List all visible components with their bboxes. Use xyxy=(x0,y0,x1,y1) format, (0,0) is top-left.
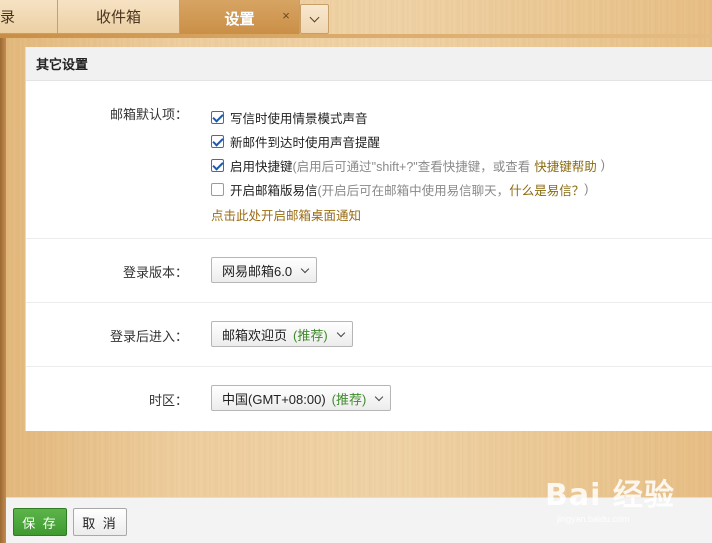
after-login-row: 登录后进入： 邮箱欢迎页 (推荐) xyxy=(26,303,712,367)
timezone-row: 时区： 中国(GMT+08:00) (推荐) xyxy=(26,367,712,430)
tab-bar: 录 收件箱 设置 × xyxy=(0,0,712,36)
select-value: 中国(GMT+08:00) xyxy=(222,391,326,407)
after-login-label: 登录后进入： xyxy=(109,329,188,344)
checkbox[interactable] xyxy=(211,134,224,148)
chevron-down-icon xyxy=(300,264,310,273)
left-edge xyxy=(0,38,6,543)
checkbox[interactable] xyxy=(211,110,224,124)
tab-inbox-label: 收件箱 xyxy=(95,9,141,26)
tab-partial[interactable]: 录 xyxy=(0,0,58,34)
watermark-logo: Bai 经验 xyxy=(545,478,675,513)
option-label: 写信时使用情景模式声音 xyxy=(230,111,368,126)
baidu-watermark: Bai 经验 jingyan.baidu.com xyxy=(545,470,705,525)
shortcut-help-link[interactable]: 快捷键帮助 xyxy=(534,156,597,175)
option-hint: (启用后可通过"shift+?"查看快捷键，或查看 xyxy=(292,159,531,174)
recommend-tag: (推荐) xyxy=(331,391,367,407)
tab-settings-label: 设置 xyxy=(224,10,255,28)
checkbox[interactable] xyxy=(211,158,224,172)
chevron-down-icon xyxy=(309,12,320,23)
select-value: 网易邮箱6.0 xyxy=(222,263,293,279)
cancel-button[interactable]: 取 消 xyxy=(73,508,127,536)
after-login-select[interactable]: 邮箱欢迎页 (推荐) xyxy=(211,321,353,347)
login-version-row: 登录版本： 网易邮箱6.0 xyxy=(26,239,712,303)
tab-strip xyxy=(0,34,712,38)
login-version-label: 登录版本： xyxy=(122,265,188,280)
close-icon[interactable]: × xyxy=(279,9,293,23)
option-compose-sound[interactable]: 写信时使用情景模式声音 xyxy=(211,105,605,129)
login-version-select[interactable]: 网易邮箱6.0 xyxy=(211,257,318,283)
option-shortcuts[interactable]: 启用快捷键 (启用后可通过"shift+?"查看快捷键，或查看 快捷键帮助 ) xyxy=(211,153,605,177)
option-label: 开启邮箱版易信 xyxy=(230,183,318,198)
option-hint-end: ) xyxy=(584,182,589,196)
select-value: 邮箱欢迎页 xyxy=(222,327,288,343)
panel-title: 其它设置 xyxy=(26,47,712,81)
option-hint-end: ) xyxy=(600,158,605,172)
recommend-tag: (推荐) xyxy=(293,327,328,343)
option-yixin[interactable]: 开启邮箱版易信 (开启后可在邮箱中使用易信聊天， 什么是易信？ ) xyxy=(211,177,605,201)
save-button[interactable]: 保 存 xyxy=(13,508,67,536)
tab-more-button[interactable] xyxy=(300,4,329,34)
option-newmail-sound[interactable]: 新邮件到达时使用声音提醒 xyxy=(211,129,605,153)
option-label: 启用快捷键 xyxy=(230,159,293,174)
timezone-label: 时区： xyxy=(148,393,188,408)
settings-panel: 其它设置 邮箱默认项： 写信时使用情景模式声音 新邮件到达时使用声音提醒 启用快… xyxy=(25,47,712,431)
option-label: 新邮件到达时使用声音提醒 xyxy=(230,135,381,150)
what-is-yixin-link[interactable]: 什么是易信？ xyxy=(509,180,584,199)
timezone-select[interactable]: 中国(GMT+08:00) (推荐) xyxy=(211,385,392,411)
tab-settings[interactable]: 设置 × xyxy=(180,0,300,36)
chevron-down-icon xyxy=(336,328,345,337)
tab-inbox[interactable]: 收件箱 xyxy=(58,0,180,34)
option-hint: (开启后可在邮箱中使用易信聊天， xyxy=(317,183,510,198)
checkbox[interactable] xyxy=(211,182,224,196)
watermark-url: jingyan.baidu.com xyxy=(557,514,630,524)
desktop-notice-link[interactable]: 点击此处开启邮箱桌面通知 xyxy=(211,205,361,224)
mailbox-defaults-label: 邮箱默认项： xyxy=(109,107,188,122)
mailbox-defaults-row: 邮箱默认项： 写信时使用情景模式声音 新邮件到达时使用声音提醒 启用快捷键 (启… xyxy=(26,81,712,239)
tab-partial-label: 录 xyxy=(0,9,16,26)
chevron-down-icon xyxy=(375,392,384,401)
mailbox-defaults-options: 写信时使用情景模式声音 新邮件到达时使用声音提醒 启用快捷键 (启用后可通过"s… xyxy=(211,105,605,224)
